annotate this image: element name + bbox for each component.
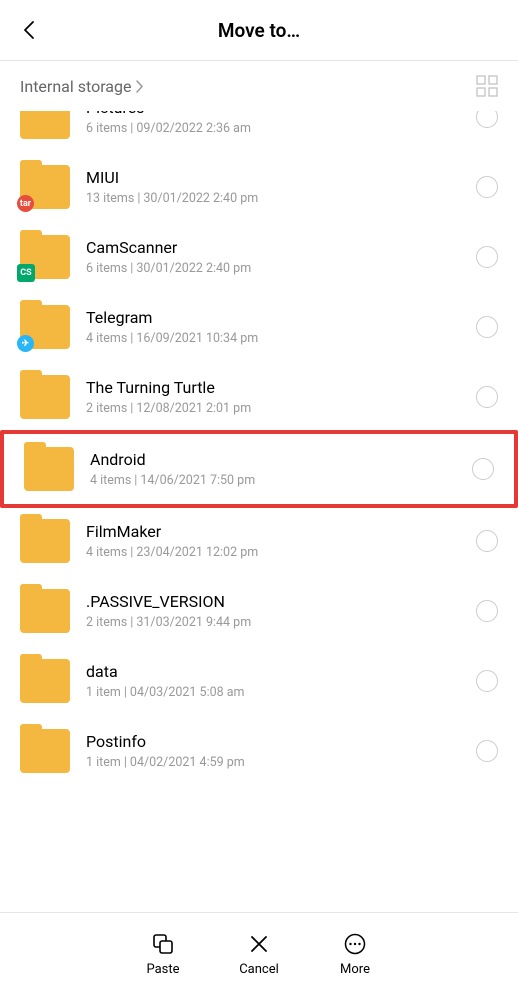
breadcrumb-path: Internal storage xyxy=(20,77,131,96)
cancel-label: Cancel xyxy=(239,962,279,977)
more-icon xyxy=(343,932,367,956)
folder-info: Pictures 6 items|09/02/2022 2:36 am xyxy=(86,111,460,136)
folder-info: FilmMaker 4 items|23/04/2021 12:02 pm xyxy=(86,522,460,560)
select-radio[interactable] xyxy=(472,458,494,480)
folder-info: Android 4 items|14/06/2021 7:50 pm xyxy=(90,450,456,488)
folder-info: Telegram 4 items|16/09/2021 10:34 pm xyxy=(86,308,460,346)
folder-app-badge: ✈ xyxy=(17,335,34,352)
grid-icon xyxy=(476,75,498,97)
folder-row[interactable]: .PASSIVE_VERSION 2 items|31/03/2021 9:44 … xyxy=(0,576,518,646)
folder-meta: 6 items|09/02/2022 2:36 am xyxy=(86,121,460,136)
folder-meta: 4 items|23/04/2021 12:02 pm xyxy=(86,545,460,560)
folder-row[interactable]: FilmMaker 4 items|23/04/2021 12:02 pm xyxy=(0,506,518,576)
folder-meta: 13 items|30/01/2022 2:40 pm xyxy=(86,191,460,206)
folder-info: Postinfo 1 item|04/02/2021 4:59 pm xyxy=(86,732,460,770)
folder-list: Pictures 6 items|09/02/2022 2:36 am tar MIU… xyxy=(0,111,518,893)
folder-row[interactable]: Postinfo 1 item|04/02/2021 4:59 pm xyxy=(0,716,518,786)
select-radio[interactable] xyxy=(476,670,498,692)
select-radio[interactable] xyxy=(476,600,498,622)
folder-info: CamScanner 6 items|30/01/2022 2:40 pm xyxy=(86,238,460,276)
select-radio[interactable] xyxy=(476,386,498,408)
folder-name: Telegram xyxy=(86,308,460,327)
folder-icon xyxy=(20,111,70,139)
folder-app-badge: tar xyxy=(17,195,34,212)
folder-meta: 2 items|31/03/2021 9:44 pm xyxy=(86,615,460,630)
folder-meta: 4 items|14/06/2021 7:50 pm xyxy=(90,473,456,488)
back-button[interactable] xyxy=(16,16,44,44)
chevron-right-icon xyxy=(135,80,144,93)
select-radio[interactable] xyxy=(476,740,498,762)
breadcrumb[interactable]: Internal storage xyxy=(20,77,144,96)
folder-name: Pictures xyxy=(86,111,460,117)
close-icon xyxy=(247,932,271,956)
folder-row[interactable]: The Turning Turtle 2 items|12/08/2021 2:0… xyxy=(0,362,518,432)
select-radio[interactable] xyxy=(476,111,498,128)
select-radio[interactable] xyxy=(476,530,498,552)
breadcrumb-bar: Internal storage xyxy=(0,61,518,111)
folder-info: The Turning Turtle 2 items|12/08/2021 2:0… xyxy=(86,378,460,416)
folder-meta: 1 item|04/02/2021 4:59 pm xyxy=(86,755,460,770)
folder-name: MIUI xyxy=(86,168,460,187)
folder-icon xyxy=(20,659,70,703)
folder-name: The Turning Turtle xyxy=(86,378,460,397)
select-radio[interactable] xyxy=(476,246,498,268)
folder-row[interactable]: CS CamScanner 6 items|30/01/2022 2:40 pm xyxy=(0,222,518,292)
more-label: More xyxy=(340,962,370,977)
view-toggle-button[interactable] xyxy=(476,75,498,97)
folder-row[interactable]: data 1 item|04/03/2021 5:08 am xyxy=(0,646,518,716)
folder-info: MIUI 13 items|30/01/2022 2:40 pm xyxy=(86,168,460,206)
more-button[interactable]: More xyxy=(330,932,380,977)
folder-meta: 4 items|16/09/2021 10:34 pm xyxy=(86,331,460,346)
folder-row[interactable]: tar MIUI 13 items|30/01/2022 2:40 pm xyxy=(0,152,518,222)
folder-row[interactable]: Android 4 items|14/06/2021 7:50 pm xyxy=(0,430,518,508)
folder-icon xyxy=(20,519,70,563)
cancel-button[interactable]: Cancel xyxy=(234,932,284,977)
paste-label: Paste xyxy=(146,962,179,977)
header-bar: Move to… xyxy=(0,0,518,60)
folder-meta: 2 items|12/08/2021 2:01 pm xyxy=(86,401,460,416)
folder-row[interactable]: ✈ Telegram 4 items|16/09/2021 10:34 pm xyxy=(0,292,518,362)
folder-name: Postinfo xyxy=(86,732,460,751)
folder-icon: tar xyxy=(20,165,70,209)
bottom-action-bar: Paste Cancel More xyxy=(0,912,518,996)
folder-meta: 6 items|30/01/2022 2:40 pm xyxy=(86,261,460,276)
folder-icon: CS xyxy=(20,235,70,279)
folder-icon xyxy=(20,729,70,773)
paste-icon xyxy=(151,932,175,956)
folder-icon xyxy=(20,375,70,419)
folder-icon xyxy=(24,447,74,491)
folder-info: data 1 item|04/03/2021 5:08 am xyxy=(86,662,460,700)
folder-name: CamScanner xyxy=(86,238,460,257)
folder-name: FilmMaker xyxy=(86,522,460,541)
folder-name: data xyxy=(86,662,460,681)
folder-meta: 1 item|04/03/2021 5:08 am xyxy=(86,685,460,700)
select-radio[interactable] xyxy=(476,316,498,338)
page-title: Move to… xyxy=(218,19,300,42)
folder-icon: ✈ xyxy=(20,305,70,349)
folder-row[interactable]: Pictures 6 items|09/02/2022 2:36 am xyxy=(0,111,518,152)
folder-name: .PASSIVE_VERSION xyxy=(86,592,460,611)
folder-info: .PASSIVE_VERSION 2 items|31/03/2021 9:44 … xyxy=(86,592,460,630)
chevron-left-icon xyxy=(22,20,38,40)
folder-app-badge: CS xyxy=(17,264,35,282)
folder-icon xyxy=(20,589,70,633)
paste-button[interactable]: Paste xyxy=(138,932,188,977)
select-radio[interactable] xyxy=(476,176,498,198)
folder-name: Android xyxy=(90,450,456,469)
